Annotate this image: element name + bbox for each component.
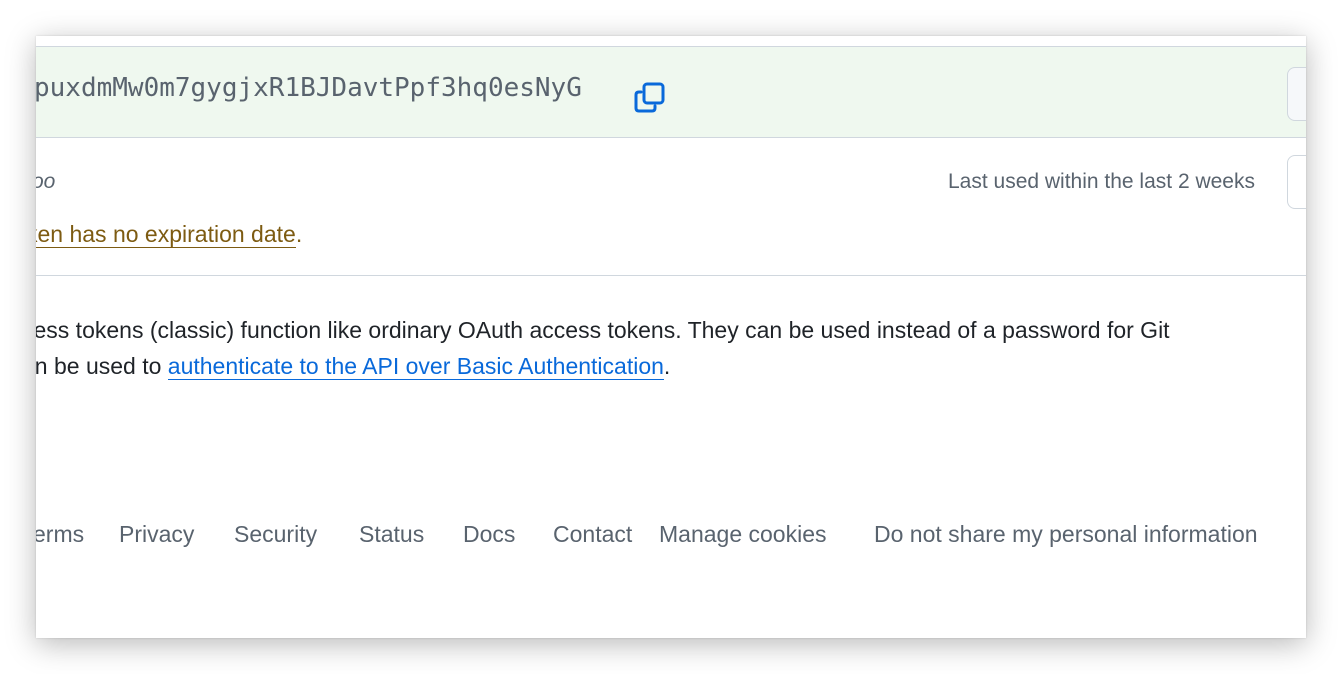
token-value[interactable]: puxdmMw0m7gygjxR1BJDavtPpf3hq0esNyG <box>36 73 582 103</box>
footer-link-privacy[interactable]: Privacy <box>119 521 194 548</box>
expiry-suffix: . <box>295 221 303 247</box>
description-line-1: cess tokens (classic) function like ordi… <box>36 317 1170 343</box>
token-description: cess tokens (classic) function like ordi… <box>36 312 1306 384</box>
footer-link-manage-cookies[interactable]: Manage cookies <box>659 521 827 548</box>
description-line-2-prefix: an be used to <box>36 353 168 379</box>
delete-button[interactable] <box>1287 67 1306 121</box>
description-line-2: an be used to authenticate to the API ov… <box>36 348 1306 384</box>
last-used-text: Last used within the last 2 weeks <box>947 170 1255 193</box>
expiry-link[interactable]: ken has no expiration date <box>36 221 296 248</box>
basic-auth-link[interactable]: authenticate to the API over Basic Authe… <box>167 353 664 380</box>
footer-link-contact[interactable]: Contact <box>553 521 632 548</box>
copy-icon[interactable] <box>633 81 667 115</box>
footer-link-security[interactable]: Security <box>234 521 317 548</box>
token-info-row: oo Last used within the last 2 weeks ken… <box>36 137 1306 276</box>
footer-link-do-not-share[interactable]: Do not share my personal information <box>874 521 1258 548</box>
copy-icon-graphic <box>634 82 665 113</box>
expiry-warning: ken has no expiration date. <box>36 221 302 248</box>
settings-window: puxdmMw0m7gygjxR1BJDavtPpf3hq0esNyG oo L… <box>36 36 1306 638</box>
token-action-button[interactable] <box>1287 155 1306 209</box>
footer-link-terms[interactable]: erms <box>36 521 84 548</box>
description-line-2-suffix: . <box>663 353 671 379</box>
token-note: oo <box>36 170 56 193</box>
footer-link-status[interactable]: Status <box>359 521 424 548</box>
token-row: puxdmMw0m7gygjxR1BJDavtPpf3hq0esNyG <box>36 46 1306 138</box>
footer: erms Privacy Security Status Docs Contac… <box>36 521 1306 551</box>
footer-link-docs[interactable]: Docs <box>463 521 515 548</box>
